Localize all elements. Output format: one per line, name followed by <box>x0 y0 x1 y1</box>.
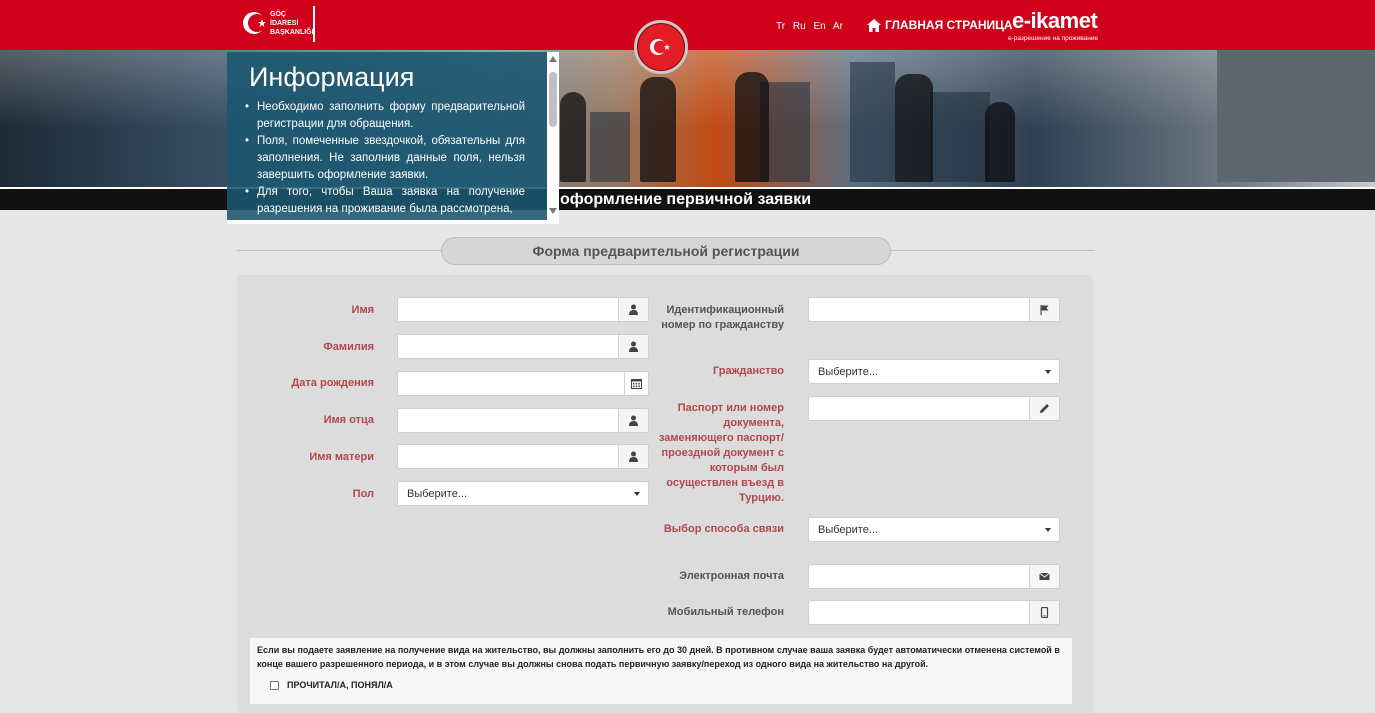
logo-text: GÖÇ İDARESİ BAŞKANLIĞI <box>270 11 314 36</box>
banner-title: оформление первичной заявки <box>560 191 812 208</box>
info-title: Информация <box>249 62 415 92</box>
first-name-input[interactable] <box>398 298 618 321</box>
phone-input[interactable] <box>809 601 1029 624</box>
mother-name-input[interactable] <box>398 445 618 468</box>
agree-checkbox-label: ПРОЧИТАЛ/А, ПОНЯЛ/А <box>287 680 393 690</box>
agree-checkbox-row[interactable]: ПРОЧИТАЛ/А, ПОНЯЛ/А <box>270 680 393 690</box>
last-name-addon <box>618 335 648 358</box>
info-item: Для того, чтобы Ваша заявка на получение… <box>245 184 525 218</box>
chevron-down-icon <box>1045 370 1051 374</box>
passport-label: Паспорт или номер документа, заменяющего… <box>658 402 784 504</box>
traveler-silhouette <box>560 92 586 182</box>
traveler-silhouette <box>985 102 1015 182</box>
birth-date-field[interactable] <box>397 371 649 396</box>
notice-box: Если вы подаете заявление на получение в… <box>250 638 1072 704</box>
building-silhouette <box>590 112 630 182</box>
pencil-icon <box>1040 404 1049 413</box>
phone-field[interactable] <box>808 600 1060 625</box>
phone-icon <box>1040 607 1049 618</box>
first-name-label: Имя <box>351 304 374 316</box>
section-title: Форма предварительной регистрации <box>441 237 891 265</box>
first-name-addon <box>618 298 648 321</box>
info-panel: Информация Необходимо заполнить форму пр… <box>227 52 547 220</box>
last-name-label: Фамилия <box>323 341 374 353</box>
envelope-icon <box>1039 572 1050 580</box>
passport-field[interactable] <box>808 396 1060 421</box>
mother-name-addon <box>618 445 648 468</box>
info-item: Поля, помеченные звездочкой, обязательны… <box>245 133 525 184</box>
gender-select-value: Выберите... <box>407 488 468 500</box>
hero-banner: оформление первичной заявки <box>0 50 1375 210</box>
notice-text: Если вы подаете заявление на получение в… <box>257 645 1060 669</box>
contact-method-select-value: Выберите... <box>818 524 879 536</box>
citizenship-label: Гражданство <box>712 365 784 377</box>
lang-tr[interactable]: Tr <box>776 21 785 32</box>
birth-date-addon[interactable] <box>624 372 648 395</box>
father-name-label: Имя отца <box>323 414 374 426</box>
last-name-field[interactable] <box>397 334 649 359</box>
first-name-field[interactable] <box>397 297 649 322</box>
scroll-up-arrow-icon[interactable] <box>549 56 557 62</box>
traveler-silhouette <box>735 72 769 182</box>
national-id-field[interactable] <box>808 297 1060 322</box>
traveler-silhouette <box>640 77 676 182</box>
traveler-silhouette <box>895 74 933 182</box>
chevron-down-icon <box>1045 528 1051 532</box>
birth-date-label: Дата рождения <box>291 377 374 389</box>
building-silhouette <box>850 62 895 182</box>
crescent-star-icon <box>243 12 266 34</box>
mother-name-label: Имя матери <box>309 451 374 463</box>
info-item: Необходимо заполнить форму предварительн… <box>245 99 525 133</box>
chevron-down-icon <box>634 492 640 496</box>
building-silhouette <box>930 92 990 182</box>
lang-en[interactable]: En <box>813 21 825 32</box>
home-link[interactable]: ГЛАВНАЯ СТРАНИЦА <box>867 18 1013 32</box>
info-list: Необходимо заполнить форму предварительн… <box>245 99 525 218</box>
migration-logo[interactable]: GÖÇ İDARESİ BAŞKANLIĞI <box>240 6 320 44</box>
gender-select[interactable]: Выберите... <box>397 481 649 506</box>
email-addon <box>1029 565 1059 588</box>
phone-addon <box>1029 601 1059 624</box>
national-id-addon <box>1029 298 1059 321</box>
father-name-input[interactable] <box>398 409 618 432</box>
e-ikamet-logo-text: e-ikamet <box>1012 8 1098 33</box>
info-scrollbar[interactable] <box>547 52 559 220</box>
scroll-down-arrow-icon[interactable] <box>549 208 557 214</box>
father-name-addon <box>618 409 648 432</box>
last-name-input[interactable] <box>398 335 618 358</box>
language-switcher: Tr Ru En Ar <box>776 21 848 32</box>
e-ikamet-subtitle: e-разрешение на проживание <box>1008 35 1099 42</box>
user-icon <box>629 415 638 426</box>
user-icon <box>629 304 638 315</box>
contact-method-label: Выбор способа связи <box>663 523 784 535</box>
father-name-field[interactable] <box>397 408 649 433</box>
lang-ar[interactable]: Ar <box>833 21 843 32</box>
flag-icon <box>1040 305 1049 315</box>
passport-addon <box>1029 397 1059 420</box>
lang-ru[interactable]: Ru <box>793 21 806 32</box>
citizenship-select-value: Выберите... <box>818 366 879 378</box>
calendar-icon <box>631 379 642 389</box>
birth-date-input[interactable] <box>398 372 624 395</box>
agree-checkbox[interactable] <box>270 680 279 690</box>
mother-name-field[interactable] <box>397 444 649 469</box>
scroll-thumb[interactable] <box>549 72 557 127</box>
home-icon <box>867 18 881 32</box>
phone-label: Мобильный телефон <box>667 606 784 618</box>
contact-method-select[interactable]: Выберите... <box>808 517 1060 542</box>
gender-label: Пол <box>352 488 374 500</box>
email-input[interactable] <box>809 565 1029 588</box>
national-id-input[interactable] <box>809 298 1029 321</box>
logo-divider <box>313 6 315 42</box>
turkish-flag-icon <box>634 20 688 74</box>
national-id-label: Идентификационный номер по гражданству <box>661 304 784 331</box>
user-icon <box>629 341 638 352</box>
home-link-label: ГЛАВНАЯ СТРАНИЦА <box>885 18 1013 32</box>
passport-input[interactable] <box>809 397 1029 420</box>
email-field[interactable] <box>808 564 1060 589</box>
e-ikamet-logo[interactable]: e-ikamet e-разрешение на проживание <box>1008 8 1103 46</box>
citizenship-select[interactable]: Выберите... <box>808 359 1060 384</box>
user-icon <box>629 451 638 462</box>
email-label: Электронная почта <box>679 570 784 582</box>
